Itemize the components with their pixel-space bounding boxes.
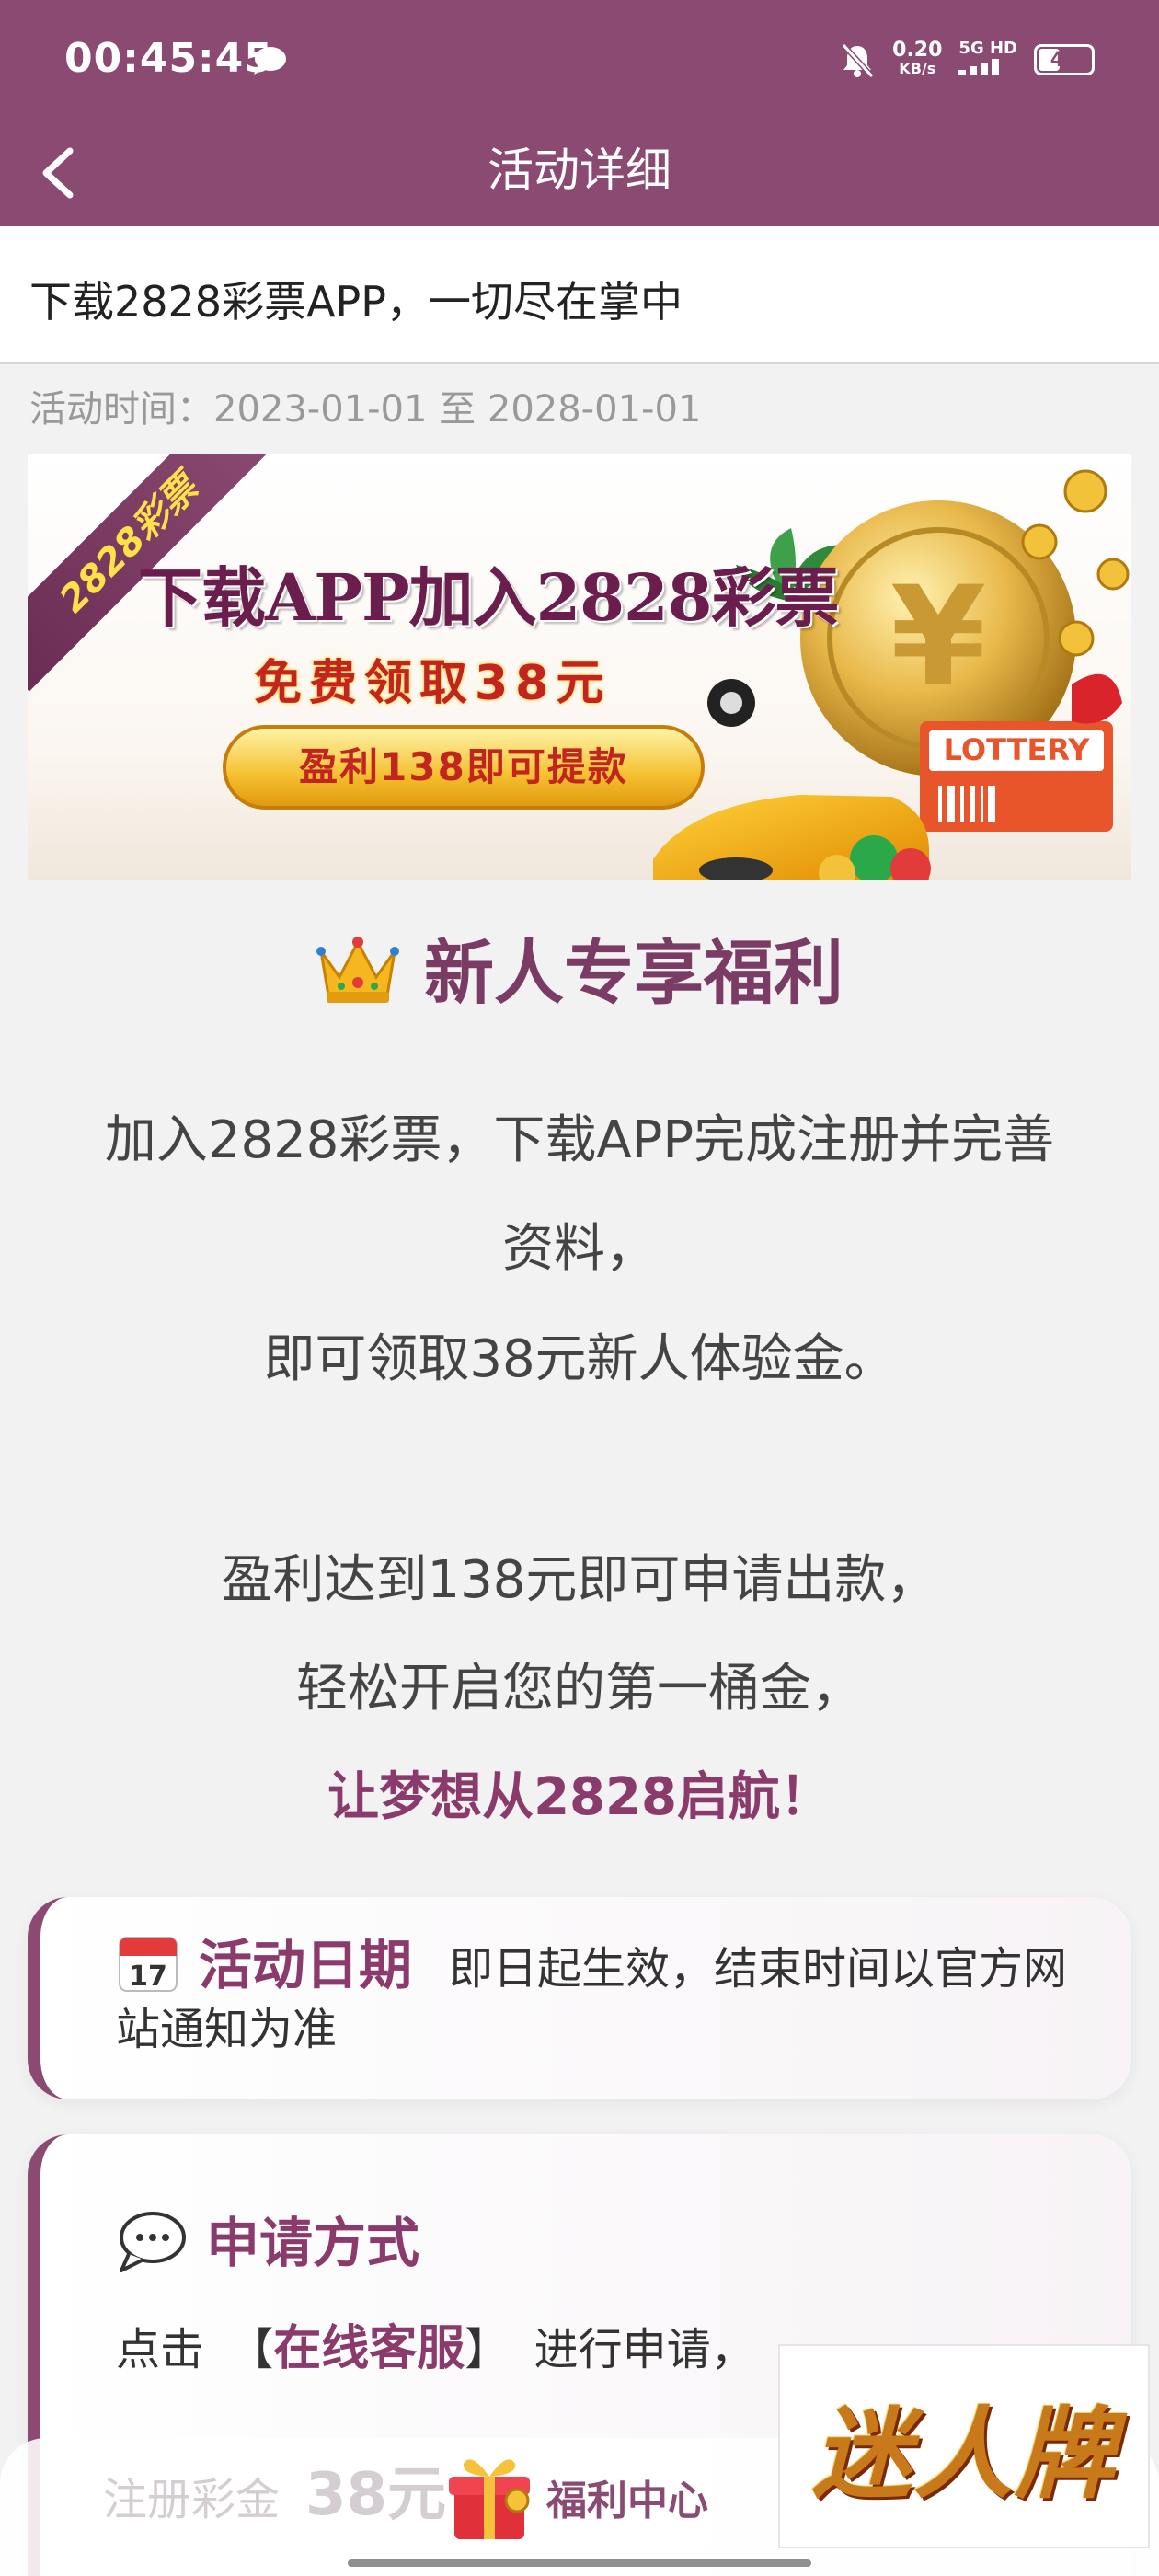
battery-level: 45 [1050,48,1079,72]
page-title-bar: 下载2828彩票APP，一切尽在掌中 [0,226,1159,364]
svg-text:17: 17 [129,1961,167,1993]
network-speed: 0.20 KB/s [892,39,943,78]
brand-watermark: 迷人牌 [778,2344,1150,2548]
section-heading: 新人专享福利 [0,916,1159,1018]
promo-banner[interactable]: 2828彩票 ¥ LOTTERY 下载APP加入2828彩票 免费领取38元 盈… [28,454,1131,880]
message-icon [254,47,286,75]
battery-indicator: 45 [1034,44,1095,75]
status-indicators: 0.20 KB/s 5G HD 45 [839,37,1095,83]
status-bar: 00:45:45 0.20 KB/s 5G HD 45 [0,0,1159,120]
page-title: 下载2828彩票APP，一切尽在掌中 [29,277,683,327]
signal-indicator: 5G HD [958,40,1017,79]
desc-line-5: 轻松开启您的第一桶金， [296,1659,863,1719]
crown-icon [316,937,399,1003]
back-arrow-icon[interactable] [28,138,101,208]
faded-bonus-amount: 38元 [305,2461,447,2529]
network-speed-unit: KB/s [899,60,936,77]
nav-bar: 活动详细 [0,120,1159,226]
svg-text:¥: ¥ [890,558,986,718]
apply-method-title: 申请方式 [206,2212,420,2274]
activity-date-content: 17 活动日期 即日起生效，结束时间以官方网站通知为准 [116,1930,1076,2060]
apply-method-header: 申请方式 [116,2210,1076,2277]
apply-prefix: 点击 [116,2324,205,2375]
signal-bars-icon [958,59,1000,75]
desc-line-1: 加入2828彩票，下载APP完成注册并完善 [104,1110,1055,1170]
banner-illustration: ¥ LOTTERY [653,469,1130,880]
calendar-icon: 17 [119,1937,178,1993]
home-indicator[interactable] [348,2559,811,2567]
mute-bell-icon [841,42,875,78]
bracket-close: 】 [465,2324,510,2375]
faded-bonus-label: 注册彩金 [103,2474,281,2525]
signal-label: 5G HD [958,39,1017,58]
desc-line-3: 即可领取38元新人体验金。 [263,1329,896,1389]
nav-title: 活动详细 [488,144,671,197]
status-time: 00:45:45 [64,35,273,82]
lottery-ticket-label: LOTTERY [944,732,1091,767]
banner-headline: 下载APP加入2828彩票 [138,559,839,636]
speech-bubble-icon [120,2212,186,2272]
section-heading-text: 新人专享福利 [424,932,843,1014]
desc-line-4: 盈利达到138元即可申请出款， [221,1550,938,1610]
desc-line-2: 资料， [502,1219,657,1279]
activity-date-title: 活动日期 [199,1934,413,1996]
welfare-center-button[interactable]: 福利中心 [443,2451,708,2543]
banner-subheadline: 免费领取38元 [254,656,612,711]
banner-withdraw-pill: 盈利138即可提款 [223,725,705,810]
activity-time: 活动时间：2023-01-01 至 2028-01-01 [29,388,702,431]
brand-watermark-text: 迷人牌 [811,2397,1116,2513]
network-speed-value: 0.20 [892,39,943,62]
gift-box-icon [449,2459,530,2539]
online-service-link[interactable]: 在线客服 [273,2321,465,2376]
apply-suffix: 进行申请， [534,2324,755,2375]
faded-bonus-text: 注册彩金 38元 [103,2447,446,2532]
desc-slogan: 让梦想从2828启航！ [327,1767,832,1827]
bracket-open: 【 [229,2324,274,2375]
activity-date-card: 17 活动日期 即日起生效，结束时间以官方网站通知为准 [28,1897,1131,2099]
welfare-center-label: 福利中心 [546,2478,708,2524]
